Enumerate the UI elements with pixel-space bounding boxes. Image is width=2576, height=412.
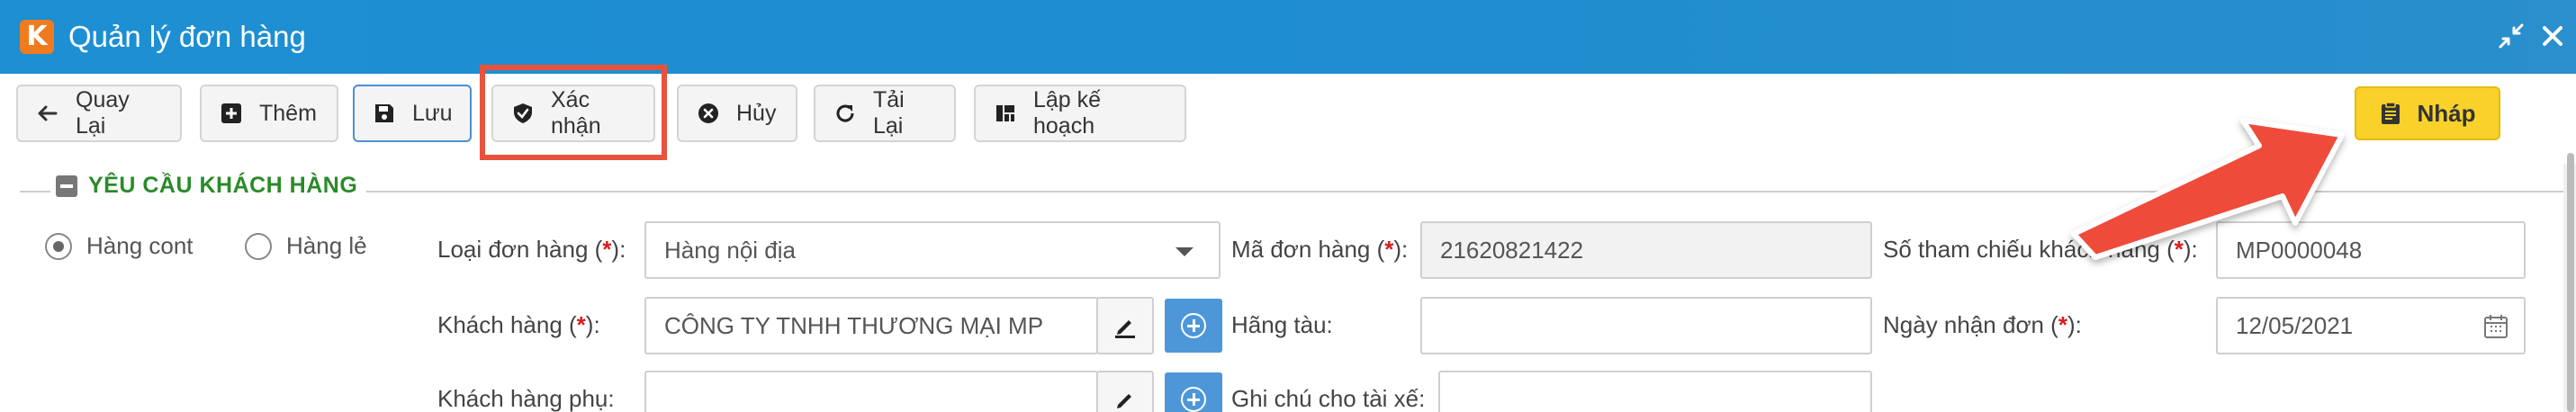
- title-bar: K Quản lý đơn hàng: [0, 0, 2576, 74]
- arrow-left-icon: [38, 105, 58, 121]
- customer-ref-value: MP0000048: [2236, 236, 2363, 264]
- app-logo: K: [20, 20, 54, 54]
- customer-value: CÔNG TY TNHH THƯƠNG MẠI MP: [664, 311, 1044, 339]
- plan-grid-icon: [996, 105, 1014, 121]
- radio-unchecked-icon: [245, 232, 272, 260]
- shield-check-icon: [514, 103, 532, 123]
- clipboard-icon: [2381, 102, 2400, 124]
- sub-customer-label: Khách hàng phụ:: [437, 385, 615, 412]
- add-label: Thêm: [259, 100, 317, 126]
- plus-square-icon: [221, 103, 241, 123]
- add-button[interactable]: Thêm: [200, 85, 338, 142]
- collapse-section-icon[interactable]: [56, 175, 77, 197]
- plan-label: Lập kế hoạch: [1033, 87, 1102, 139]
- plan-button[interactable]: Lập kế hoạch: [974, 85, 1186, 142]
- save-icon: [375, 104, 393, 122]
- scrollbar-thumb[interactable]: [2567, 153, 2574, 412]
- reload-button[interactable]: Tải Lại: [814, 85, 956, 142]
- shipping-line-label: Hãng tàu:: [1231, 311, 1333, 338]
- radio-checked-icon: [45, 232, 72, 260]
- status-label: Nháp: [2417, 99, 2476, 127]
- driver-note-field[interactable]: [1438, 371, 1872, 412]
- plus-circle-icon: [1181, 313, 1206, 338]
- order-code-field[interactable]: 21620821422: [1420, 221, 1872, 279]
- toolbar: Quay Lại Thêm Lưu Xác nhận Hủy Tải Lại L…: [0, 74, 2576, 164]
- edit-customer-button[interactable]: [1096, 297, 1154, 354]
- shipping-line-field[interactable]: [1420, 297, 1872, 354]
- order-code-value: 21620821422: [1440, 236, 1584, 264]
- customer-ref-field[interactable]: MP0000048: [2216, 221, 2526, 279]
- plus-circle-icon: [1181, 387, 1206, 412]
- cancel-label: Hủy: [736, 100, 777, 126]
- sub-customer-field[interactable]: [644, 371, 1098, 412]
- section-divider: [20, 191, 2576, 193]
- edit-sub-customer-button[interactable]: [1096, 371, 1154, 412]
- order-type-label: Loại đơn hàng (*):: [437, 236, 626, 263]
- order-code-label: Mã đơn hàng (*):: [1231, 236, 1409, 263]
- order-type-select[interactable]: Hàng nội địa: [644, 221, 1220, 279]
- calendar-icon[interactable]: [2482, 313, 2509, 340]
- order-type-value: Hàng nội địa: [664, 236, 796, 264]
- receive-date-label: Ngày nhận đơn (*):: [1883, 311, 2082, 338]
- back-button[interactable]: Quay Lại: [16, 85, 182, 142]
- receive-date-field[interactable]: 12/05/2021: [2216, 297, 2526, 354]
- chevron-down-icon: [1175, 247, 1193, 256]
- driver-note-label: Ghi chú cho tài xế:: [1231, 385, 1426, 412]
- confirm-button[interactable]: Xác nhận: [491, 85, 655, 142]
- radio-hang-cont[interactable]: Hàng cont: [45, 232, 194, 260]
- back-label: Quay Lại: [76, 87, 130, 139]
- pencil-icon: [1117, 394, 1131, 408]
- refresh-icon: [836, 104, 854, 122]
- close-icon[interactable]: [2536, 20, 2569, 52]
- customer-label: Khách hàng (*):: [437, 311, 600, 338]
- section-title: YÊU CẦU KHÁCH HÀNG: [88, 173, 358, 198]
- status-button[interactable]: Nháp: [2355, 86, 2500, 140]
- radio-hang-le-label: Hàng lẻ: [286, 232, 367, 259]
- add-sub-customer-button[interactable]: [1165, 372, 1222, 412]
- radio-hang-cont-label: Hàng cont: [86, 232, 194, 259]
- add-customer-button[interactable]: [1165, 299, 1222, 353]
- customer-ref-label: Số tham chiếu khách hàng (*):: [1883, 236, 2198, 263]
- save-button[interactable]: Lưu: [353, 85, 472, 142]
- customer-field[interactable]: CÔNG TY TNHH THƯƠNG MẠI MP: [644, 297, 1098, 354]
- receive-date-value: 12/05/2021: [2236, 311, 2354, 339]
- window-title: Quản lý đơn hàng: [68, 20, 306, 53]
- collapse-icon[interactable]: [2495, 20, 2527, 52]
- section-header[interactable]: YÊU CẦU KHÁCH HÀNG: [50, 173, 367, 199]
- confirm-label: Xác nhận: [551, 87, 601, 139]
- save-label: Lưu: [412, 100, 453, 126]
- cancel-circle-icon: [698, 103, 718, 123]
- pencil-icon: [1115, 320, 1135, 338]
- reload-label: Tải Lại: [873, 87, 905, 139]
- radio-hang-le[interactable]: Hàng lẻ: [245, 232, 367, 260]
- cancel-button[interactable]: Hủy: [677, 85, 797, 142]
